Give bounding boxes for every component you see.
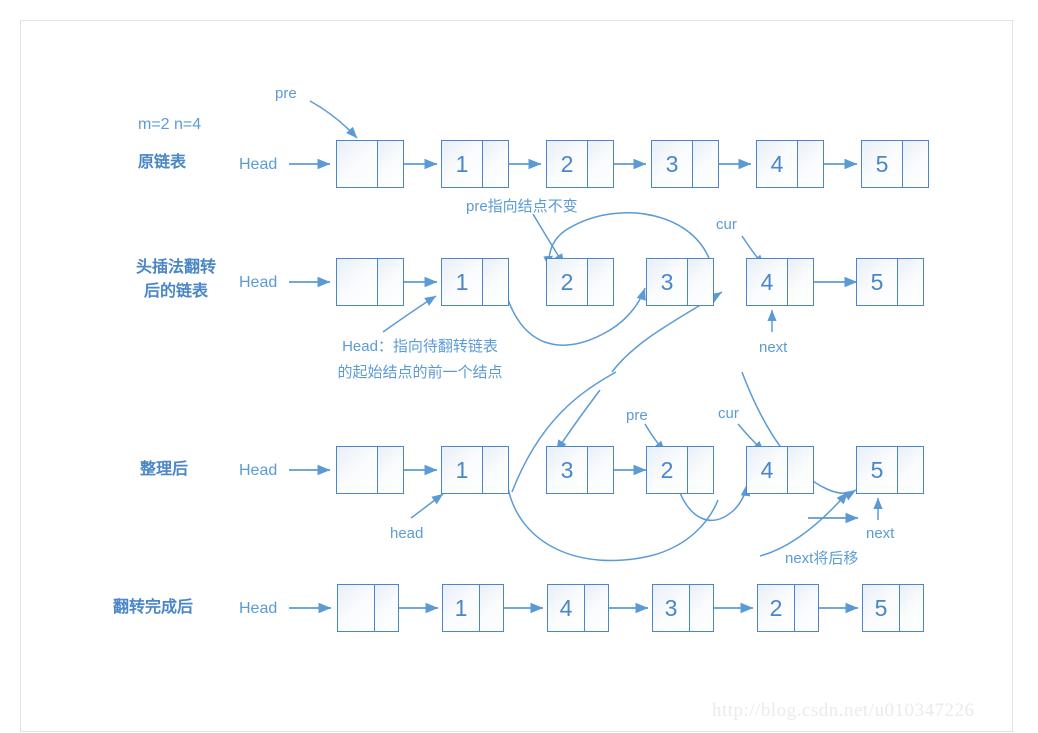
node-value: 3 [652, 584, 690, 632]
node-pointer [898, 258, 924, 306]
annotation-pre-row1: pre [275, 85, 297, 102]
row-label-head-insert-line2: 后的链表 [143, 283, 208, 300]
node-value: 3 [546, 446, 588, 494]
annotation-cur-row3: cur [718, 405, 739, 422]
node-value: 4 [547, 584, 585, 632]
annotation-pre-row3: pre [626, 407, 648, 424]
diagram-canvas: m=2 n=4 原链表 Head pre 1 2 3 4 5 头插法翻转 后的链… [0, 0, 1038, 733]
row-label-after-tidy: 整理后 [140, 461, 189, 478]
head-pointer-row1: Head [239, 156, 278, 173]
node-value: 5 [856, 258, 898, 306]
node-value: 3 [646, 258, 688, 306]
list-node: 5 [861, 140, 929, 188]
node-pointer [788, 446, 814, 494]
list-node: 3 [652, 584, 714, 632]
node-pointer [588, 140, 614, 188]
list-node: 1 [441, 140, 509, 188]
list-node [336, 446, 404, 494]
node-value: 4 [746, 446, 788, 494]
node-pointer [688, 446, 714, 494]
node-value: 2 [646, 446, 688, 494]
row-label-head-insert-line1: 头插法翻转 [135, 259, 216, 276]
node-pointer [688, 258, 714, 306]
head-explain-line1: Head：指向待翻转链表 [342, 338, 498, 355]
list-node: 2 [546, 140, 614, 188]
node-pointer [375, 584, 399, 632]
list-node: 4 [547, 584, 609, 632]
node-value: 2 [546, 258, 588, 306]
list-node: 5 [862, 584, 924, 632]
list-node [337, 584, 399, 632]
node-pointer [378, 140, 404, 188]
node-value: 1 [441, 140, 483, 188]
params-note: m=2 n=4 [138, 116, 202, 133]
list-node: 4 [746, 446, 814, 494]
list-node: 3 [651, 140, 719, 188]
node-pointer [588, 258, 614, 306]
list-node: 4 [756, 140, 824, 188]
watermark: http://blog.csdn.net/u010347226 [712, 700, 975, 721]
node-value: 5 [862, 584, 900, 632]
list-node: 1 [441, 446, 509, 494]
list-node: 1 [442, 584, 504, 632]
node-value: 2 [546, 140, 588, 188]
list-node: 4 [746, 258, 814, 306]
node-pointer [693, 140, 719, 188]
list-node: 2 [546, 258, 614, 306]
node-pointer [378, 258, 404, 306]
annotation-head-lower-row3: head [390, 525, 424, 542]
node-value: 3 [651, 140, 693, 188]
node-pointer [480, 584, 504, 632]
node-value: 5 [861, 140, 903, 188]
list-node: 2 [646, 446, 714, 494]
head-pointer-row2: Head [239, 274, 278, 291]
node-value: 2 [757, 584, 795, 632]
node-value [336, 258, 378, 306]
annotation-pre-unchanged: pre指向结点不变 [466, 198, 578, 215]
head-pointer-row4: Head [239, 600, 278, 617]
node-pointer [585, 584, 609, 632]
node-pointer [788, 258, 814, 306]
annotation-next-row2: next [759, 339, 788, 356]
node-value: 5 [856, 446, 898, 494]
list-node [336, 258, 404, 306]
node-pointer [483, 258, 509, 306]
node-pointer [378, 446, 404, 494]
node-pointer [483, 446, 509, 494]
list-node: 2 [757, 584, 819, 632]
node-value [337, 584, 375, 632]
annotation-next-will-move: next将后移 [785, 550, 859, 567]
list-node: 5 [856, 446, 924, 494]
head-explain-line2: 的起始结点的前一个结点 [337, 364, 503, 381]
node-pointer [798, 140, 824, 188]
node-value [336, 140, 378, 188]
node-pointer [483, 140, 509, 188]
node-pointer [903, 140, 929, 188]
node-value: 1 [441, 446, 483, 494]
node-value: 4 [746, 258, 788, 306]
node-pointer [900, 584, 924, 632]
list-node: 1 [441, 258, 509, 306]
node-value: 1 [441, 258, 483, 306]
node-pointer [690, 584, 714, 632]
head-pointer-row3: Head [239, 462, 278, 479]
annotation-next-row3: next [866, 525, 895, 542]
node-value [336, 446, 378, 494]
list-node: 5 [856, 258, 924, 306]
node-pointer [588, 446, 614, 494]
list-node: 3 [646, 258, 714, 306]
node-value: 1 [442, 584, 480, 632]
list-node [336, 140, 404, 188]
node-value: 4 [756, 140, 798, 188]
node-pointer [795, 584, 819, 632]
list-node: 3 [546, 446, 614, 494]
row-label-reverse-complete: 翻转完成后 [113, 599, 194, 616]
node-pointer [898, 446, 924, 494]
row-label-original: 原链表 [138, 154, 187, 171]
annotation-cur-row2: cur [716, 216, 737, 233]
